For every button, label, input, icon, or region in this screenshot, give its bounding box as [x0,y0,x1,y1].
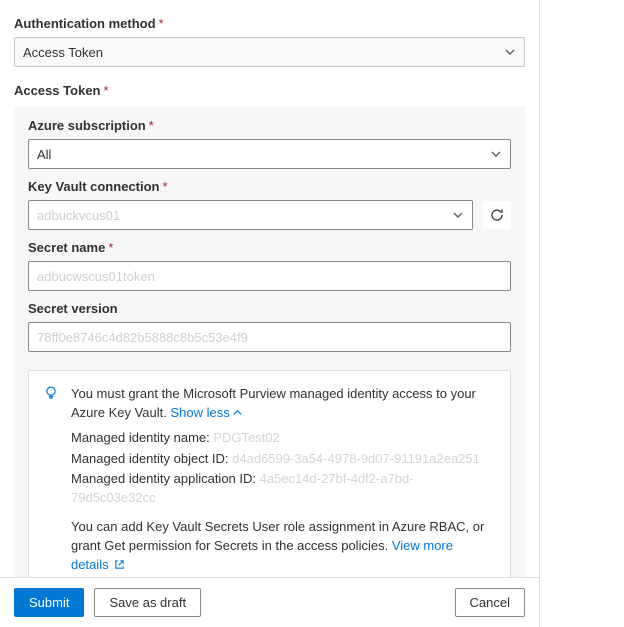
auth-method-select[interactable]: Access Token [14,37,525,67]
chevron-down-icon [452,209,464,221]
subscription-select[interactable]: All [28,139,511,169]
chevron-down-icon [490,148,502,160]
show-less-link[interactable]: Show less [170,405,242,420]
secret-version-label: Secret version [28,301,511,316]
tip-box: You must grant the Microsoft Purview man… [28,370,511,577]
refresh-button[interactable] [483,201,511,229]
tip-sub-text: You can add Key Vault Secrets User role … [71,518,494,575]
keyvault-conn-label: Key Vault connection* [28,179,511,194]
lightbulb-icon [43,385,59,401]
chevron-up-icon [232,407,243,418]
auth-method-label: Authentication method* [14,16,525,31]
cancel-button[interactable]: Cancel [455,588,525,617]
footer: Submit Save as draft Cancel [0,577,539,627]
secret-version-input[interactable] [28,322,511,352]
access-token-panel: Azure subscription* All Key Vault connec… [14,106,525,577]
keyvault-conn-select[interactable]: adbuckvcus01 [28,200,473,230]
auth-method-value: Access Token [23,45,103,60]
tip-text: You must grant the Microsoft Purview man… [71,385,494,423]
submit-button[interactable]: Submit [14,588,84,617]
section-access-token-title: Access Token* [14,83,525,98]
save-draft-button[interactable]: Save as draft [94,588,201,617]
mi-app-line: Managed identity application ID: 4a5ec14… [71,470,494,508]
subscription-value: All [37,147,51,162]
subscription-label: Azure subscription* [28,118,511,133]
mi-obj-line: Managed identity object ID: d4ad6599-3a5… [71,450,494,469]
refresh-icon [489,207,505,223]
external-link-icon [114,559,125,570]
keyvault-conn-value: adbuckvcus01 [37,208,120,223]
form-scroll-area[interactable]: Authentication method* Access Token Acce… [0,0,539,577]
chevron-down-icon [504,46,516,58]
secret-name-label: Secret name* [28,240,511,255]
secret-name-input[interactable] [28,261,511,291]
mi-name-line: Managed identity name: PDGTest02 [71,429,494,448]
